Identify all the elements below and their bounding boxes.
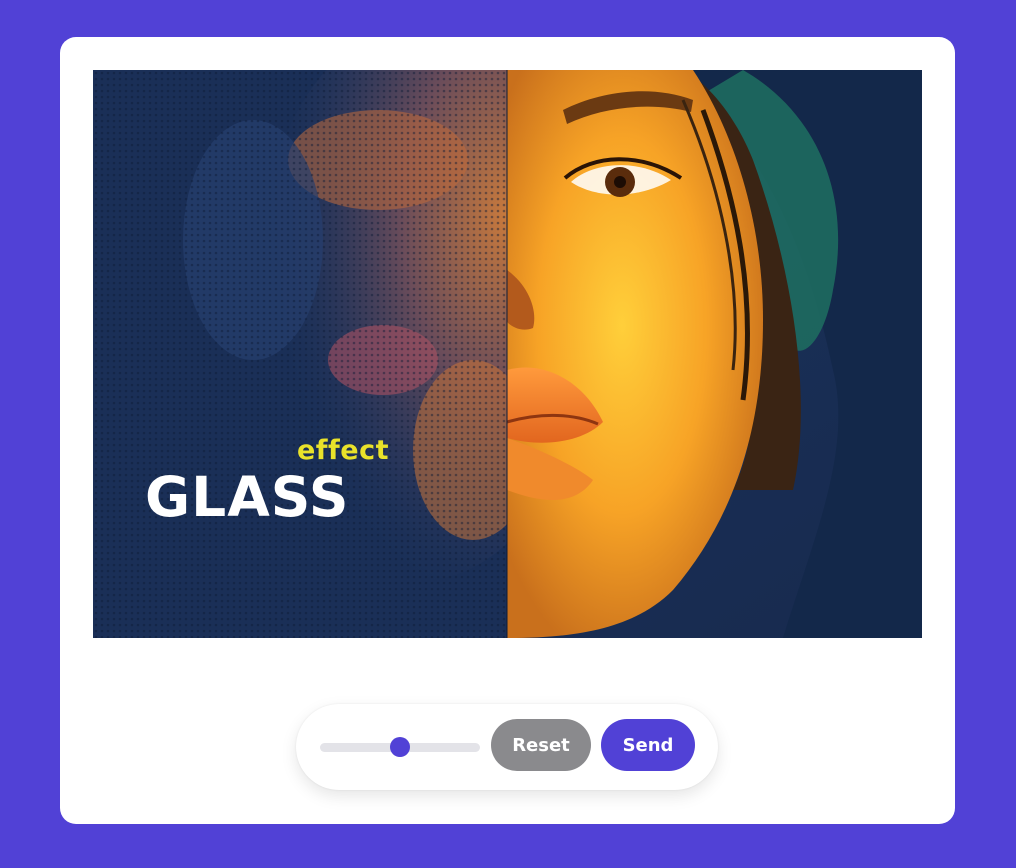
glass-label: GLASS [145, 465, 350, 529]
slider-thumb[interactable] [390, 737, 410, 757]
effect-label: effect [296, 435, 389, 466]
reset-button[interactable]: Reset [491, 719, 591, 771]
editor-card: effect GLASS Reset Send [60, 37, 955, 824]
effect-slider[interactable] [320, 735, 480, 759]
control-bar: Reset Send [296, 704, 718, 790]
portrait-artwork [93, 70, 922, 638]
glass-effect-image: effect GLASS [93, 70, 922, 638]
send-button[interactable]: Send [601, 719, 695, 771]
